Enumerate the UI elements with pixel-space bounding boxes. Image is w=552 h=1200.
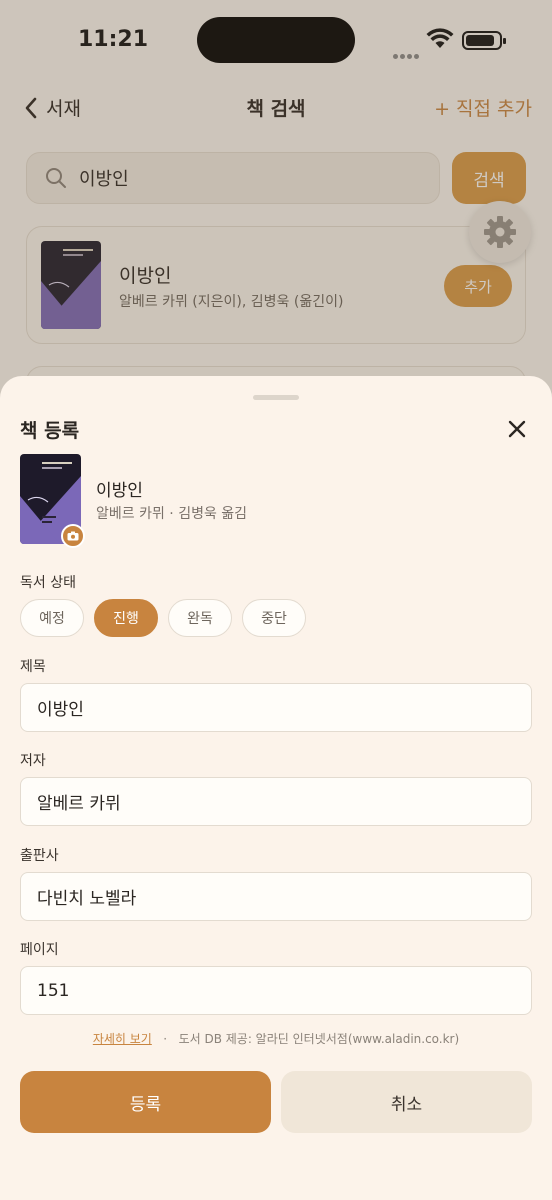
status-option-planned[interactable]: 예정 [20,599,84,637]
cancel-button[interactable]: 취소 [281,1071,532,1133]
status-option-finished[interactable]: 완독 [168,599,232,637]
credit-separator: · [163,1032,168,1046]
book-title: 이방인 [96,481,143,501]
sheet-grabber[interactable] [253,395,299,400]
credit-text: 도서 DB 제공: 알라딘 인터넷서점(www.aladin.co.kr) [178,1032,460,1046]
book-meta: 알베르 카뮈 · 김병욱 옮김 [96,506,248,522]
title-field[interactable]: 이방인 [20,683,532,732]
pages-field[interactable]: 151 [20,966,532,1015]
modal-scrim[interactable] [0,0,552,400]
more-info-link[interactable]: 자세히 보기 [93,1032,152,1046]
author-field[interactable]: 알베르 카뮈 [20,777,532,826]
close-button[interactable] [500,412,534,446]
data-credit: 자세히 보기 · 도서 DB 제공: 알라딘 인터넷서점(www.aladin.… [0,1030,552,1047]
register-book-sheet: 책 등록 이방인 알베르 카뮈 · 김병욱 옮김 독서 상태 예정 진행 완독 … [0,376,552,1200]
reading-status-group: 예정 진행 완독 중단 [20,599,306,637]
status-option-in-progress[interactable]: 진행 [94,599,158,637]
change-cover-button[interactable] [61,524,85,548]
publisher-label: 출판사 [20,848,59,864]
author-label: 저자 [20,753,46,769]
publisher-field[interactable]: 다빈치 노벨라 [20,872,532,921]
camera-icon [67,531,79,541]
status-option-stopped[interactable]: 중단 [242,599,306,637]
sheet-title: 책 등록 [20,420,80,442]
close-icon [508,420,526,438]
register-button[interactable]: 등록 [20,1071,271,1133]
reading-status-label: 독서 상태 [20,575,76,591]
title-label: 제목 [20,659,46,675]
pages-label: 페이지 [20,942,59,958]
